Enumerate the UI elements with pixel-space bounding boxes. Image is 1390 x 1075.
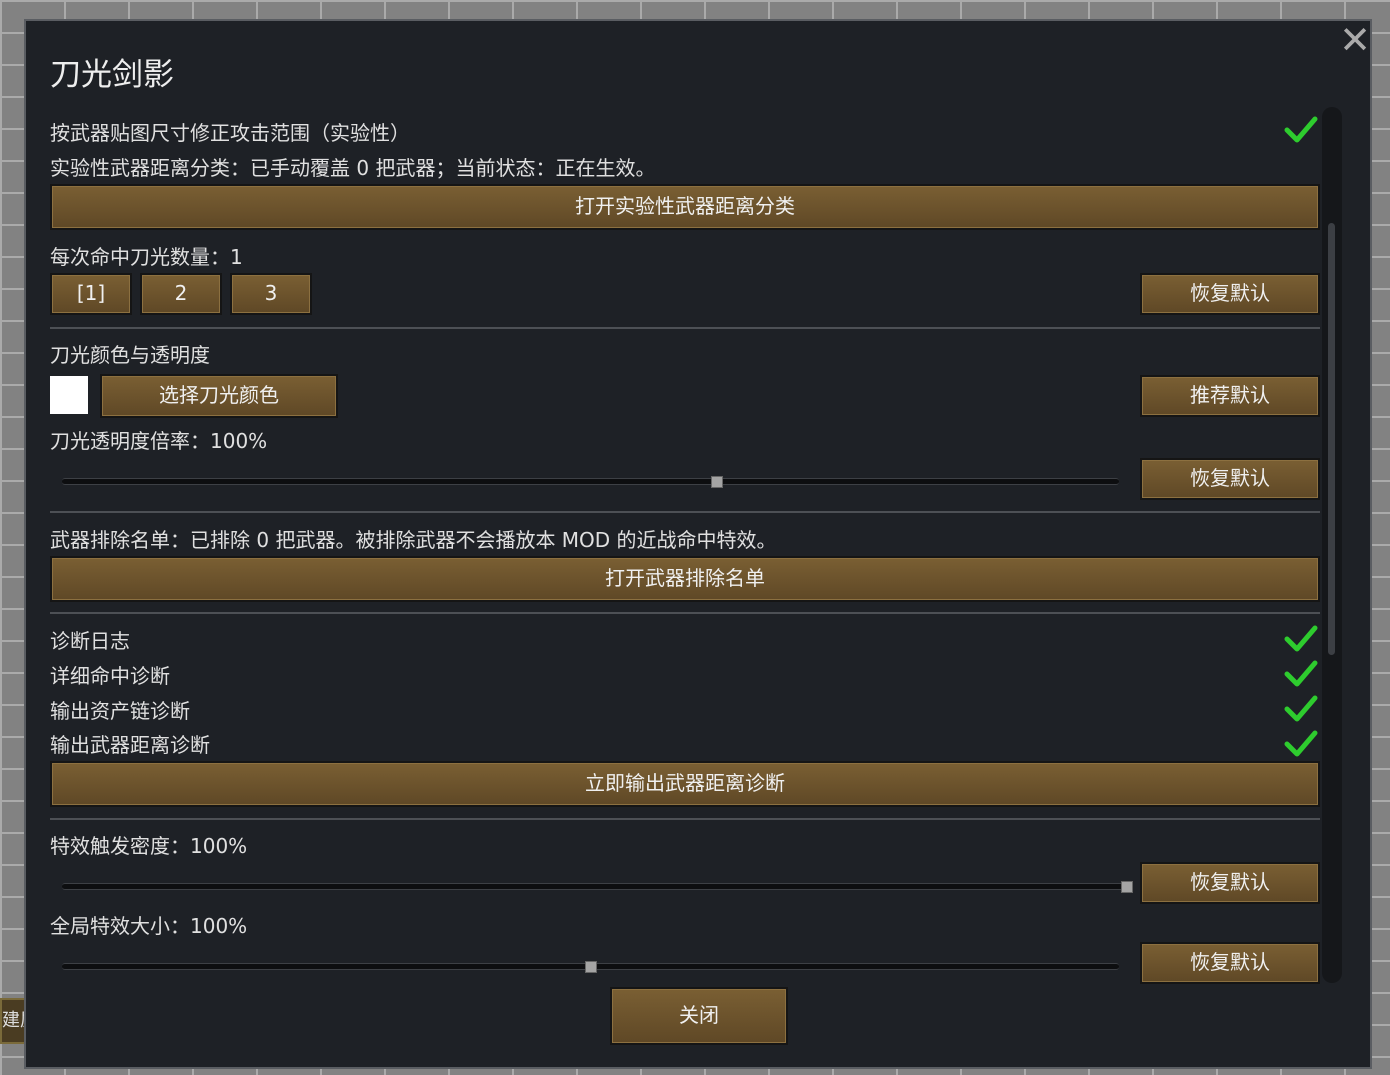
color-section-heading: 刀光颜色与透明度 — [50, 343, 210, 367]
section-divider — [50, 511, 1320, 513]
density-slider-track[interactable] — [62, 883, 1127, 890]
close-icon[interactable]: ✕ — [1338, 21, 1372, 59]
open-exclude-list-button[interactable]: 打开武器排除名单 — [50, 556, 1320, 602]
size-slider-thumb[interactable] — [584, 961, 597, 973]
density-reset-button[interactable]: 恢复默认 — [1140, 862, 1320, 904]
weapon-range-checkmark-icon[interactable] — [1284, 729, 1318, 757]
diagnostic-log-label: 诊断日志 — [50, 629, 130, 653]
opacity-slider-thumb[interactable] — [711, 476, 724, 488]
detailed-hit-checkmark-icon[interactable] — [1284, 659, 1318, 687]
export-range-diagnostic-button[interactable]: 立即输出武器距离诊断 — [50, 761, 1320, 807]
color-swatch[interactable] — [50, 376, 88, 414]
background-tab-build[interactable]: 建屋 — [0, 998, 26, 1044]
close-button[interactable]: 关闭 — [610, 987, 788, 1045]
asset-chain-checkmark-icon[interactable] — [1284, 694, 1318, 722]
effect-size-label: 全局特效大小：100% — [50, 914, 248, 938]
opacity-slider-track[interactable] — [62, 478, 1119, 485]
settings-dialog: ✕ 刀光剑影 按武器贴图尺寸修正攻击范围（实验性） 实验性武器距离分类：已手动覆… — [24, 19, 1372, 1069]
exclude-list-label: 武器排除名单：已排除 0 把武器。被排除武器不会播放本 MOD 的近战命中特效。 — [50, 528, 777, 552]
size-reset-button[interactable]: 恢复默认 — [1140, 942, 1320, 984]
weapon-range-diagnostic-label: 输出武器距离诊断 — [50, 733, 210, 757]
opacity-reset-button[interactable]: 恢复默认 — [1140, 458, 1320, 500]
range-status-text: 实验性武器距离分类：已手动覆盖 0 把武器；当前状态：正在生效。 — [50, 156, 656, 180]
pick-color-button[interactable]: 选择刀光颜色 — [100, 374, 338, 418]
section-divider — [50, 612, 1320, 614]
hit-count-option-3[interactable]: 3 — [230, 273, 312, 315]
hit-count-label: 每次命中刀光数量：1 — [50, 245, 243, 269]
recommend-default-button[interactable]: 推荐默认 — [1140, 375, 1320, 417]
opacity-label: 刀光透明度倍率：100% — [50, 429, 268, 453]
open-range-category-button[interactable]: 打开实验性武器距离分类 — [50, 184, 1320, 230]
section-divider — [50, 327, 1320, 329]
section-divider — [50, 818, 1320, 820]
diagnostic-log-checkmark-icon[interactable] — [1284, 624, 1318, 652]
detailed-hit-diagnostic-label: 详细命中诊断 — [50, 664, 170, 688]
dialog-title: 刀光剑影 — [50, 57, 174, 93]
effect-density-label: 特效触发密度：100% — [50, 834, 248, 858]
range-fix-toggle-label: 按武器贴图尺寸修正攻击范围（实验性） — [50, 121, 410, 145]
hit-count-reset-button[interactable]: 恢复默认 — [1140, 273, 1320, 315]
hit-count-option-1[interactable]: [1] — [50, 273, 132, 315]
scrollbar-thumb[interactable] — [1328, 223, 1335, 655]
hit-count-option-2[interactable]: 2 — [140, 273, 222, 315]
asset-chain-diagnostic-label: 输出资产链诊断 — [50, 699, 190, 723]
range-fix-checkmark-icon[interactable] — [1284, 115, 1318, 143]
density-slider-thumb[interactable] — [1121, 881, 1133, 893]
